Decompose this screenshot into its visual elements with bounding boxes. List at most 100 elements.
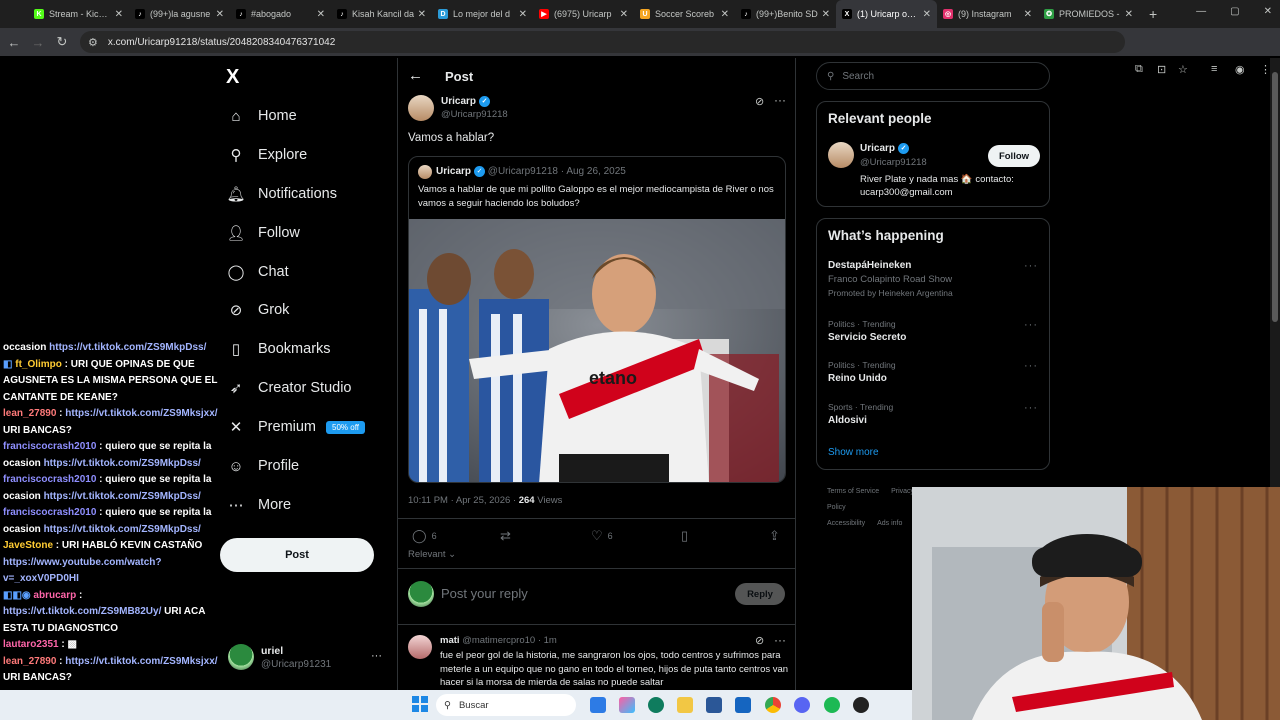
task-view-icon[interactable]	[590, 697, 606, 713]
obs-icon[interactable]	[853, 697, 869, 713]
nav-item-explore[interactable]: ⚲ Explore	[226, 143, 308, 167]
nav-item-premium[interactable]: ✕ Premium 50% off	[226, 415, 365, 439]
tab-close-icon[interactable]: ✕	[519, 9, 527, 20]
chat-link[interactable]: https://vt.tiktok.com/ZS9MB82Uy/	[3, 606, 161, 617]
trend-item[interactable]: Sports · Trending Aldosivi ···	[828, 402, 1038, 426]
avatar[interactable]	[828, 142, 854, 168]
browser-tab[interactable]: ◎ (9) Instagram ✕	[937, 0, 1038, 28]
discord-icon[interactable]	[794, 697, 810, 713]
tab-close-icon[interactable]: ✕	[620, 9, 628, 20]
file-explorer-icon[interactable]	[677, 697, 693, 713]
trend-item[interactable]: DestapáHeineken Franco Colapinto Road Sho…	[828, 260, 1038, 298]
nav-item-notifications[interactable]: 🔔︎ Notifications	[226, 182, 337, 206]
trend-more-icon[interactable]: ···	[1024, 360, 1038, 372]
bookmark-action[interactable]: ▯	[681, 528, 693, 544]
trend-item[interactable]: Politics · Trending Reino Unido ···	[828, 360, 1038, 384]
reply-handle[interactable]: @matimercpro10	[462, 635, 535, 646]
translate-icon[interactable]: ⧉	[1135, 63, 1143, 76]
nav-item-grok[interactable]: ⊘ Grok	[226, 298, 290, 322]
browser-tab[interactable]: U Soccer Scoreb ✕	[634, 0, 735, 28]
reply-post[interactable]: mati @matimercpro10 · 1m ⊘ ··· fue el peor …	[408, 633, 788, 693]
browser-tab[interactable]: D Lo mejor del d ✕	[432, 0, 533, 28]
grok-icon[interactable]: ⊘	[755, 95, 764, 108]
nav-item-bookmarks[interactable]: ▯ Bookmarks	[226, 337, 331, 361]
tab-close-icon[interactable]: ✕	[721, 9, 729, 20]
footer-link[interactable]: Ads info	[877, 520, 902, 527]
chat-link[interactable]: https://vt.tiktok.com/ZS9MkpDss/	[44, 491, 201, 502]
tab-close-icon[interactable]: ✕	[418, 9, 426, 20]
footer-link[interactable]: Accessibility	[827, 520, 865, 527]
scrollbar-thumb[interactable]	[1272, 72, 1278, 322]
site-info-icon[interactable]: ⚙	[88, 36, 98, 49]
chat-link[interactable]: https://vt.tiktok.com/ZS9MkpDss/	[44, 458, 201, 469]
quote-photo[interactable]: etano	[409, 219, 785, 482]
post-button[interactable]: Post	[220, 538, 374, 572]
browser-tab[interactable]: K Stream - Kick D ✕	[28, 0, 129, 28]
start-icon[interactable]	[412, 696, 428, 712]
nav-item-creator-studio[interactable]: ➶ Creator Studio	[226, 376, 352, 400]
maximize-icon[interactable]: ▢	[1230, 6, 1239, 17]
browser-tab[interactable]: ♪ (99+)Benito SD ✕	[735, 0, 836, 28]
chrome-icon[interactable]	[765, 697, 781, 713]
chat-link[interactable]: https://www.youtube.com/watch?v=_xoxV0PD…	[3, 557, 162, 585]
account-switcher[interactable]: uriel @Uricarp91231 ···	[228, 644, 388, 674]
chat-link[interactable]: https://vt.tiktok.com/ZS9MkpDss/	[49, 342, 206, 353]
tab-close-icon[interactable]: ✕	[1125, 9, 1133, 20]
reply-button[interactable]: Reply	[735, 583, 785, 605]
post-more-icon[interactable]: ···	[774, 93, 786, 107]
footer-link[interactable]: Terms of Service	[827, 488, 879, 495]
install-icon[interactable]: ⊡	[1157, 63, 1166, 76]
bookmark-star-icon[interactable]: ☆	[1178, 63, 1188, 76]
edge-icon[interactable]	[648, 697, 664, 713]
outlook-icon[interactable]	[735, 697, 751, 713]
browser-tab[interactable]: ✪ PROMIEDOS - ✕	[1038, 0, 1139, 28]
url-field[interactable]: ⚙ x.com/Uricarp91218/status/2048208340476…	[80, 31, 1125, 53]
sort-dropdown[interactable]: Relevant ⌄	[408, 549, 456, 560]
author-handle[interactable]: @Uricarp91218	[441, 109, 508, 120]
back-arrow-icon[interactable]: ←	[408, 67, 423, 84]
nav-item-home[interactable]: ⌂ Home	[226, 104, 296, 128]
chat-link[interactable]: https://vt.tiktok.com/ZS9Mksjxx/	[65, 656, 217, 667]
minimize-icon[interactable]: —	[1196, 6, 1206, 17]
taskbar-search[interactable]: ⚲ Buscar	[436, 694, 576, 716]
browser-tab[interactable]: X (1) Uricarp on X ✕	[836, 0, 937, 28]
tab-close-icon[interactable]: ✕	[216, 9, 224, 20]
nav-item-more[interactable]: ⋯ More	[226, 493, 292, 517]
tab-close-icon[interactable]: ✕	[317, 9, 325, 20]
chat-link[interactable]: https://vt.tiktok.com/ZS9Mksjxx/	[65, 408, 217, 419]
browser-tab[interactable]: ♪ #abogado ✕	[230, 0, 331, 28]
person-name[interactable]: Uricarp ✓	[860, 143, 910, 154]
spotify-icon[interactable]	[824, 697, 840, 713]
tab-close-icon[interactable]: ✕	[923, 9, 931, 20]
tab-close-icon[interactable]: ✕	[1024, 9, 1032, 20]
media-icon[interactable]: ≡	[1211, 63, 1217, 75]
repost-action[interactable]: ⇄	[500, 528, 516, 544]
like-action[interactable]: ♡ 6	[591, 528, 613, 544]
browser-tab[interactable]: ▶ (6975) Uricarp ✕	[533, 0, 634, 28]
new-tab-button[interactable]: +	[1149, 6, 1157, 22]
forward-icon[interactable]: →	[26, 35, 50, 50]
x-logo[interactable]: X	[226, 66, 239, 89]
trend-item[interactable]: Politics · Trending Servicio Secreto ···	[828, 319, 1038, 343]
reload-icon[interactable]: ↻	[50, 34, 74, 50]
nav-item-profile[interactable]: ☺ Profile	[226, 454, 299, 478]
person-handle[interactable]: @Uricarp91218	[860, 157, 927, 168]
browser-tab[interactable]: ♪ Kisah Kancil da ✕	[331, 0, 432, 28]
show-more-link[interactable]: Show more	[828, 447, 879, 458]
close-window-icon[interactable]: ✕	[1264, 6, 1272, 17]
tab-close-icon[interactable]: ✕	[115, 9, 123, 20]
reply-input[interactable]: Post your reply	[441, 586, 528, 601]
browser-tab[interactable]: ♪ (99+)la agusne ✕	[129, 0, 230, 28]
trend-more-icon[interactable]: ···	[1024, 319, 1038, 331]
trend-more-icon[interactable]: ···	[1024, 260, 1038, 272]
share-action[interactable]: ⇪	[769, 528, 785, 544]
reply-action[interactable]: ◯ 6	[412, 528, 437, 544]
nav-item-chat[interactable]: ◯ Chat	[226, 260, 289, 284]
author-avatar[interactable]	[408, 95, 434, 121]
store-icon[interactable]	[706, 697, 722, 713]
reply-author[interactable]: mati	[440, 635, 460, 646]
grok-icon[interactable]: ⊘	[755, 634, 764, 647]
chat-link[interactable]: https://vt.tiktok.com/ZS9MkpDss/	[44, 524, 201, 535]
author-name[interactable]: Uricarp ✓	[441, 96, 491, 107]
account-more-icon[interactable]: ···	[371, 650, 382, 662]
